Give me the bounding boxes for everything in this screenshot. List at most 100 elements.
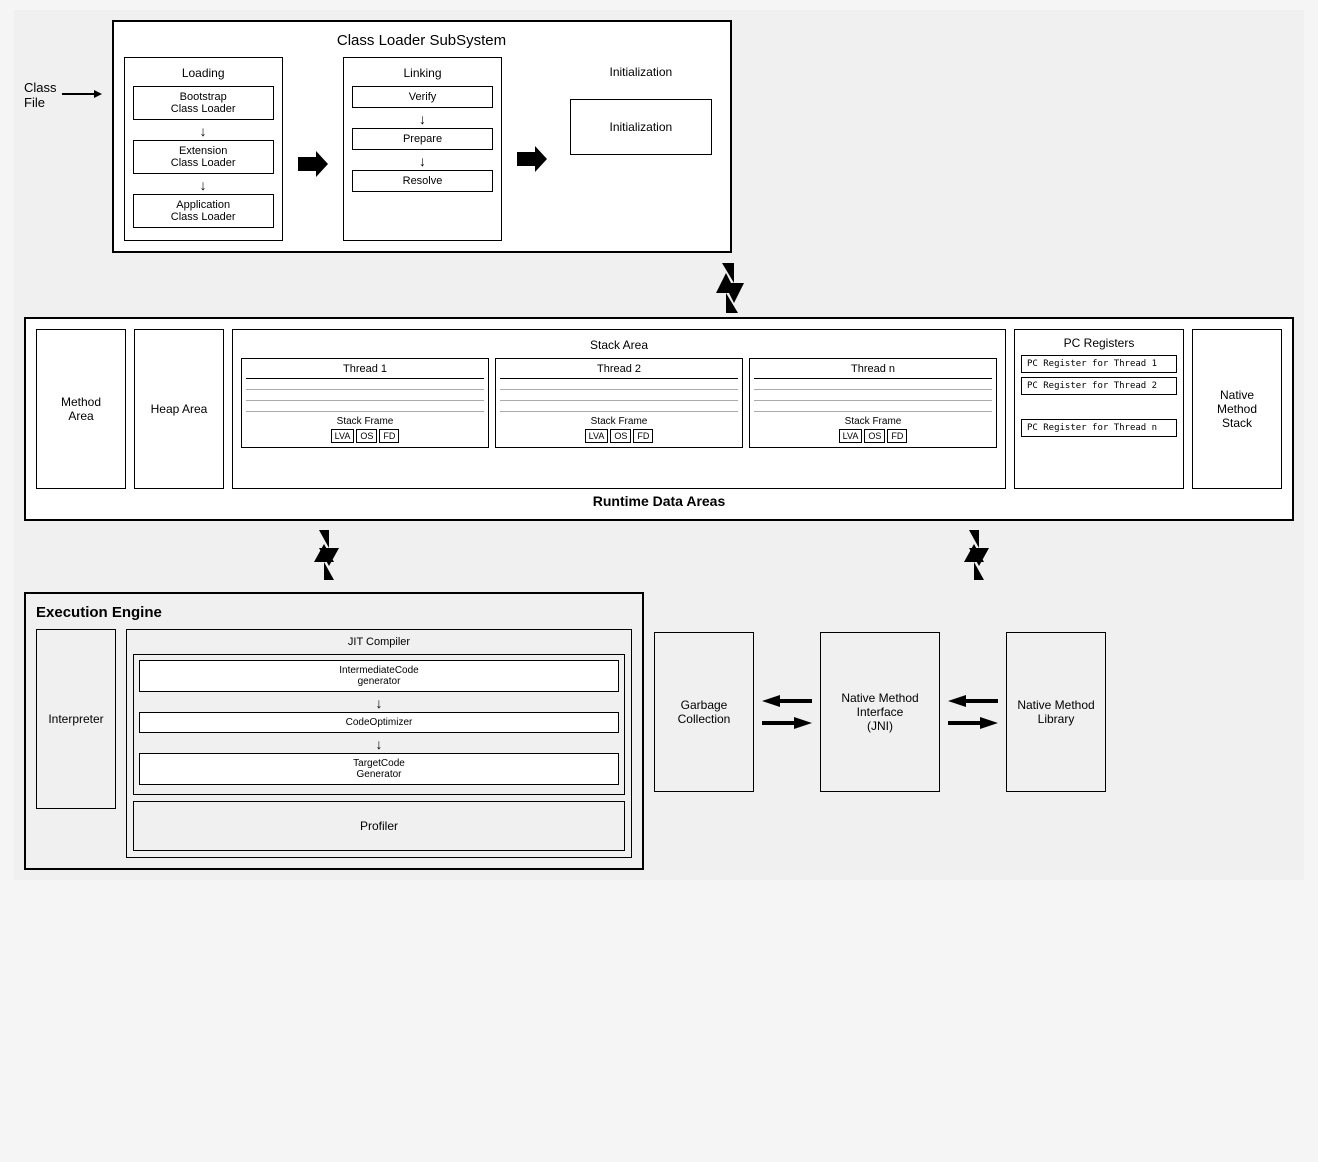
pc-registers-box: PC Registers PC Register for Thread 1 PC… bbox=[1014, 329, 1184, 489]
pc-spacer bbox=[1021, 399, 1177, 419]
cl-initialization: Initialization Initialization bbox=[562, 57, 719, 241]
heap-area-box: Heap Area bbox=[134, 329, 224, 489]
jit-down-2: ↓ bbox=[139, 737, 619, 751]
right-arrow-icon bbox=[762, 715, 812, 731]
execution-section: Execution Engine Interpreter JIT Compile… bbox=[24, 592, 1294, 870]
lva-1: LVA bbox=[331, 429, 355, 443]
arrow-right-connector bbox=[964, 530, 1274, 583]
fd-n: FD bbox=[887, 429, 907, 443]
os-n: OS bbox=[864, 429, 885, 443]
cl-to-runtime-arrow bbox=[24, 263, 1294, 313]
interpreter-text: Interpreter bbox=[48, 712, 103, 726]
down-arrow-3: ↓ bbox=[352, 112, 493, 126]
lva-2: LVA bbox=[585, 429, 609, 443]
nml-text: Native Method Library bbox=[1017, 698, 1094, 726]
arrow-to-loader bbox=[62, 87, 102, 104]
pc-title: PC Registers bbox=[1021, 336, 1177, 350]
runtime-to-ee-arrows bbox=[24, 526, 1294, 587]
left-arrow-2-icon bbox=[948, 693, 998, 709]
double-right-arrow-2-icon bbox=[517, 144, 547, 174]
lva-os-fd-2: LVA OS FD bbox=[500, 429, 738, 443]
double-vertical-arrow-3-icon bbox=[964, 530, 1004, 580]
thread1-line2 bbox=[246, 393, 484, 401]
cl-linking: Linking Verify ↓ Prepare ↓ Resolve bbox=[343, 57, 502, 241]
class-file-label: Class File bbox=[24, 80, 102, 110]
stack-frame-label-1: Stack Frame bbox=[246, 416, 484, 427]
class-loader-title: Class Loader SubSystem bbox=[124, 32, 720, 49]
stack-frame-label-2: Stack Frame bbox=[500, 416, 738, 427]
code-optimizer-box: CodeOptimizer bbox=[139, 712, 619, 733]
linking-title: Linking bbox=[352, 66, 493, 80]
native-method-stack-box: Native Method Stack bbox=[1192, 329, 1282, 489]
intermediate-code-box: IntermediateCode generator bbox=[139, 660, 619, 692]
down-arrow-4: ↓ bbox=[352, 154, 493, 168]
lva-os-fd-1: LVA OS FD bbox=[246, 429, 484, 443]
stack-area-container: Stack Area Thread 1 Stack Frame LVA OS F… bbox=[232, 329, 1006, 489]
right-arrow-2-icon bbox=[948, 715, 998, 731]
method-area-box: Method Area bbox=[36, 329, 126, 489]
down-arrow-2: ↓ bbox=[133, 178, 274, 192]
prepare-box: Prepare bbox=[352, 128, 493, 150]
target-code-box: TargetCode Generator bbox=[139, 753, 619, 785]
lva-n: LVA bbox=[839, 429, 863, 443]
ee-inner: Interpreter JIT Compiler IntermediateCod… bbox=[36, 629, 632, 858]
cl-inner: Loading Bootstrap Class Loader ↓ Extensi… bbox=[124, 57, 720, 241]
linking-to-init-arrow bbox=[512, 77, 552, 241]
left-arrow-icon bbox=[762, 693, 812, 709]
profiler-box: Profiler bbox=[133, 801, 625, 851]
pc-reg-2: PC Register for Thread 2 bbox=[1021, 377, 1177, 395]
thread1-title: Thread 1 bbox=[246, 363, 484, 379]
fd-2: FD bbox=[633, 429, 653, 443]
nmi-text: Native Method Interface (JNI) bbox=[841, 691, 918, 733]
garbage-text: Garbage Collection bbox=[678, 698, 731, 726]
arrow-right-icon bbox=[62, 87, 102, 101]
cl-loading: Loading Bootstrap Class Loader ↓ Extensi… bbox=[124, 57, 283, 241]
gc-nmi-arrows bbox=[762, 693, 812, 731]
thread2-line3 bbox=[500, 404, 738, 412]
loading-to-linking-arrow bbox=[293, 87, 333, 241]
lva-os-fd-n: LVA OS FD bbox=[754, 429, 992, 443]
thread1-col: Thread 1 Stack Frame LVA OS FD bbox=[241, 358, 489, 448]
pc-reg-n: PC Register for Thread n bbox=[1021, 419, 1177, 437]
runtime-inner: Method Area Heap Area Stack Area Thread … bbox=[36, 329, 1282, 489]
stack-area-title: Stack Area bbox=[241, 338, 997, 352]
application-loader: Application Class Loader bbox=[133, 194, 274, 228]
threadN-col: Thread n Stack Frame LVA OS FD bbox=[749, 358, 997, 448]
threadN-line2 bbox=[754, 393, 992, 401]
thread2-line1 bbox=[500, 382, 738, 390]
interpreter-box: Interpreter bbox=[36, 629, 116, 809]
threadN-title: Thread n bbox=[754, 363, 992, 379]
os-1: OS bbox=[356, 429, 377, 443]
pc-reg-1: PC Register for Thread 1 bbox=[1021, 355, 1177, 373]
verify-box: Verify bbox=[352, 86, 493, 108]
garbage-box: Garbage Collection bbox=[654, 632, 754, 792]
jit-inner-box: IntermediateCode generator ↓ CodeOptimiz… bbox=[133, 654, 625, 795]
down-arrow-1: ↓ bbox=[133, 124, 274, 138]
init-section-title: Initialization bbox=[570, 65, 711, 79]
jit-title: JIT Compiler bbox=[133, 636, 625, 648]
jit-compiler-box: JIT Compiler IntermediateCode generator … bbox=[126, 629, 632, 858]
fd-1: FD bbox=[379, 429, 399, 443]
threadN-line3 bbox=[754, 404, 992, 412]
double-vertical-arrow-2-icon bbox=[314, 530, 354, 580]
thread1-line1 bbox=[246, 382, 484, 390]
threadN-line1 bbox=[754, 382, 992, 390]
init-box: Initialization bbox=[570, 99, 711, 155]
thread1-line3 bbox=[246, 404, 484, 412]
native-method-stack-text: Native Method Stack bbox=[1217, 388, 1257, 430]
class-loader-box: Class Loader SubSystem Loading Bootstrap… bbox=[112, 20, 732, 253]
method-area-text: Method Area bbox=[61, 395, 101, 423]
jit-down-1: ↓ bbox=[139, 696, 619, 710]
native-method-library-box: Native Method Library bbox=[1006, 632, 1106, 792]
double-vertical-arrow-icon bbox=[714, 263, 754, 313]
right-engine-section: Garbage Collection Native Method Interfa… bbox=[654, 632, 1106, 792]
arrow-left-connector bbox=[44, 530, 354, 583]
loading-title: Loading bbox=[133, 66, 274, 80]
double-right-arrow-icon bbox=[298, 149, 328, 179]
diagram-container: Class File Class Loader SubSystem Loadin… bbox=[14, 10, 1304, 880]
class-file-text: Class File bbox=[24, 80, 57, 110]
bootstrap-loader: Bootstrap Class Loader bbox=[133, 86, 274, 120]
execution-title: Execution Engine bbox=[36, 604, 632, 621]
runtime-data-areas-label: Runtime Data Areas bbox=[36, 493, 1282, 509]
execution-engine-box: Execution Engine Interpreter JIT Compile… bbox=[24, 592, 644, 870]
